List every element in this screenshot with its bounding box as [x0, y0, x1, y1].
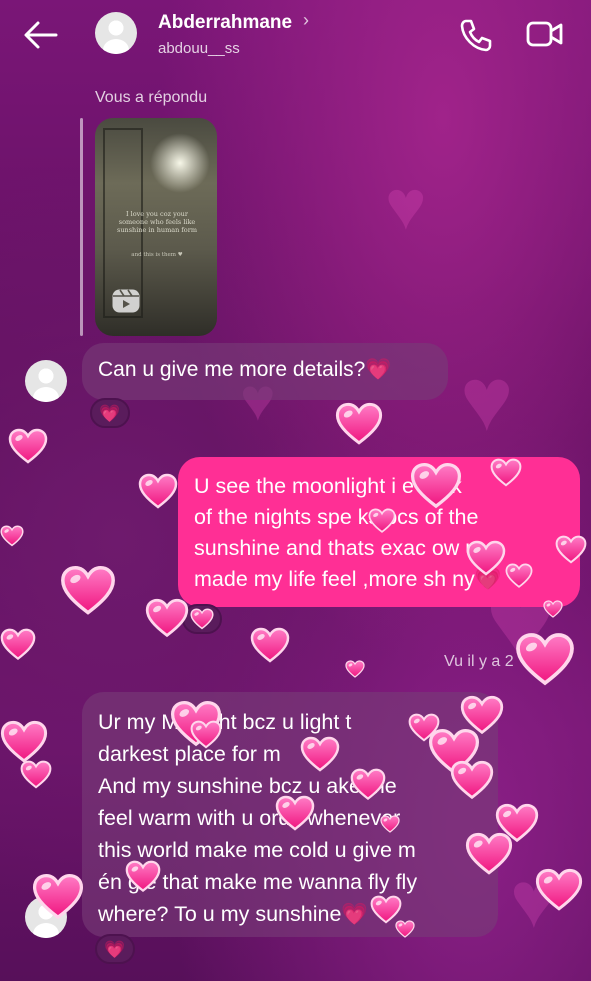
- floating-heart-icon: [335, 402, 383, 445]
- chat-header: Abderrahmane › abdouu__ss: [0, 0, 591, 72]
- message-reaction[interactable]: 💗: [182, 604, 222, 634]
- floating-heart-icon: [0, 525, 24, 547]
- message-line: darkest place for m: [98, 742, 281, 766]
- floating-heart-icon: [138, 473, 178, 509]
- floating-heart-icon: [495, 803, 539, 843]
- floating-heart-icon: [345, 660, 365, 678]
- floating-heart-icon: [250, 627, 290, 663]
- message-line: of the nights spe ks bcs of the: [194, 505, 479, 529]
- reel-caption-secondary: and this is them ♥: [131, 252, 183, 258]
- contact-handle: abdouu__ss: [158, 40, 240, 57]
- message-bubble-incoming[interactable]: Can u give me more details?💗: [82, 343, 448, 400]
- contact-name[interactable]: Abderrahmane: [158, 12, 292, 34]
- avatar[interactable]: [95, 12, 137, 54]
- replied-label: Vous a répondu: [95, 89, 208, 106]
- back-arrow-icon[interactable]: [22, 16, 60, 54]
- reply-indicator-bar: [80, 118, 83, 336]
- heart-reaction-icon: 💗: [104, 939, 126, 959]
- message-line: made my life feel ,more sh ny💗: [194, 567, 502, 591]
- message-reaction[interactable]: 💗: [95, 934, 135, 964]
- message-line: feel warm with u ords whenever: [98, 806, 401, 830]
- floating-heart-icon: [20, 760, 52, 789]
- message-line: this world make me cold u give m: [98, 838, 416, 862]
- floating-heart-icon: [60, 565, 116, 615]
- background-heart-icon: ♥: [385, 166, 427, 244]
- message-reaction[interactable]: 💗: [90, 398, 130, 428]
- message-bubble-incoming[interactable]: Ur my M nlight bcz u light t darkest pla…: [82, 692, 498, 937]
- chevron-right-icon[interactable]: ›: [303, 10, 309, 31]
- floating-heart-icon: [0, 720, 48, 763]
- message-line: And my sunshine bcz u ake me: [98, 774, 397, 798]
- message-line: én gie that make me wanna fly fly: [98, 870, 418, 894]
- message-line: sunshine and thats exac ow u: [194, 536, 478, 560]
- message-line: U see the moonlight i e dark: [194, 474, 462, 498]
- reel-sun-glow: [150, 133, 210, 193]
- phone-icon[interactable]: [458, 17, 494, 53]
- message-text: Can u give me more details?💗: [98, 358, 392, 381]
- reels-icon: [112, 289, 140, 313]
- background-heart-icon: ♥: [510, 855, 558, 944]
- floating-heart-icon: [515, 632, 575, 686]
- message-bubble-outgoing[interactable]: U see the moonlight i e dark of the nigh…: [178, 457, 580, 607]
- reel-thumbnail[interactable]: I love you coz your someone who feels li…: [95, 118, 217, 336]
- heart-reaction-icon: 💗: [99, 403, 121, 423]
- message-line: Ur my M nlight bcz u light t: [98, 710, 352, 734]
- video-camera-icon[interactable]: [525, 18, 565, 50]
- floating-heart-icon: [0, 628, 36, 660]
- message-line: where? To u my sunshine💗: [98, 902, 369, 926]
- heart-reaction-icon: 💗: [191, 609, 213, 629]
- sender-avatar[interactable]: [25, 360, 67, 402]
- background-heart-icon: ♥: [460, 350, 514, 450]
- sender-avatar[interactable]: [25, 896, 67, 938]
- reel-caption: I love you coz your someone who feels li…: [117, 210, 197, 234]
- floating-heart-icon: [535, 868, 583, 911]
- seen-status: Vu il y a 2: [444, 653, 514, 670]
- floating-heart-icon: [8, 428, 48, 464]
